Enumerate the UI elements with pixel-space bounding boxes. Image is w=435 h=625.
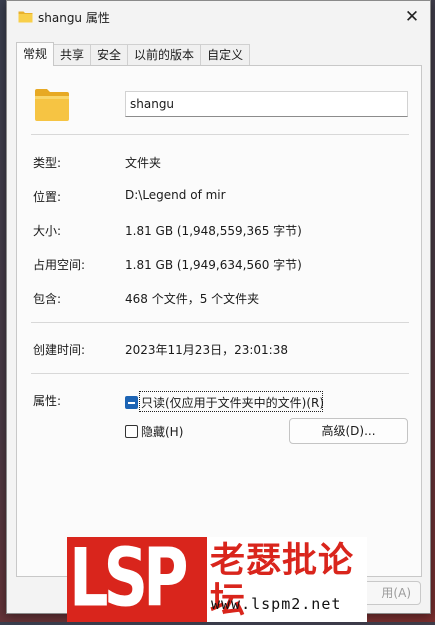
- tab-general[interactable]: 常规: [16, 42, 55, 66]
- watermark-lsp-block: LSP: [67, 537, 207, 622]
- contains-value: 468 个文件，5 个文件夹: [125, 292, 260, 306]
- contains-label: 包含:: [33, 292, 62, 306]
- tab-strip: 常规 共享 安全 以前的版本 自定义: [16, 42, 251, 66]
- window-title: shangu 属性: [38, 11, 110, 25]
- size-on-disk-value: 1.81 GB (1,949,634,560 字节): [125, 258, 302, 272]
- watermark-logo: LSP 老瑟批论坛 www.lspm2.net: [67, 537, 367, 622]
- tab-security[interactable]: 安全: [90, 44, 129, 66]
- large-folder-icon: [34, 88, 70, 125]
- folder-name-input[interactable]: [125, 91, 408, 117]
- type-value: 文件夹: [125, 156, 162, 170]
- watermark-url: www.lspm2.net: [211, 595, 342, 613]
- general-panel: 类型: 文件夹 位置: D:\Legend of mir 大小: 1.81 GB…: [16, 65, 422, 577]
- location-value: D:\Legend of mir: [125, 188, 226, 202]
- created-value: 2023年11月23日，23:01:38: [125, 343, 288, 357]
- advanced-button[interactable]: 高级(D)...: [289, 418, 408, 444]
- tab-customize[interactable]: 自定义: [200, 44, 251, 66]
- watermark-text-block: 老瑟批论坛 www.lspm2.net: [207, 537, 367, 622]
- hidden-label[interactable]: 隐藏(H): [141, 423, 183, 440]
- hidden-checkbox[interactable]: [125, 425, 138, 438]
- type-label: 类型:: [33, 156, 62, 170]
- folder-icon: [18, 10, 33, 26]
- readonly-label[interactable]: 只读(仅应用于文件夹中的文件)(R): [141, 394, 324, 411]
- size-value: 1.81 GB (1,948,559,365 字节): [125, 224, 302, 238]
- attributes-label: 属性:: [33, 394, 62, 408]
- divider: [31, 134, 409, 135]
- size-on-disk-label: 占用空间:: [33, 258, 86, 272]
- divider: [31, 373, 409, 374]
- close-button[interactable]: ✕: [400, 5, 424, 29]
- readonly-checkbox[interactable]: [125, 396, 138, 409]
- title-bar: shangu 属性 ✕: [7, 1, 430, 33]
- properties-dialog: shangu 属性 ✕ 常规 共享 安全 以前的版本 自定义 类型: 文件夹 位…: [6, 0, 431, 614]
- watermark-lsp-text: LSP: [69, 530, 189, 625]
- tab-previous-versions[interactable]: 以前的版本: [127, 44, 202, 66]
- tab-sharing[interactable]: 共享: [53, 44, 92, 66]
- size-label: 大小:: [33, 224, 62, 238]
- location-label: 位置:: [33, 190, 62, 204]
- divider: [31, 322, 409, 323]
- created-label: 创建时间:: [33, 343, 86, 357]
